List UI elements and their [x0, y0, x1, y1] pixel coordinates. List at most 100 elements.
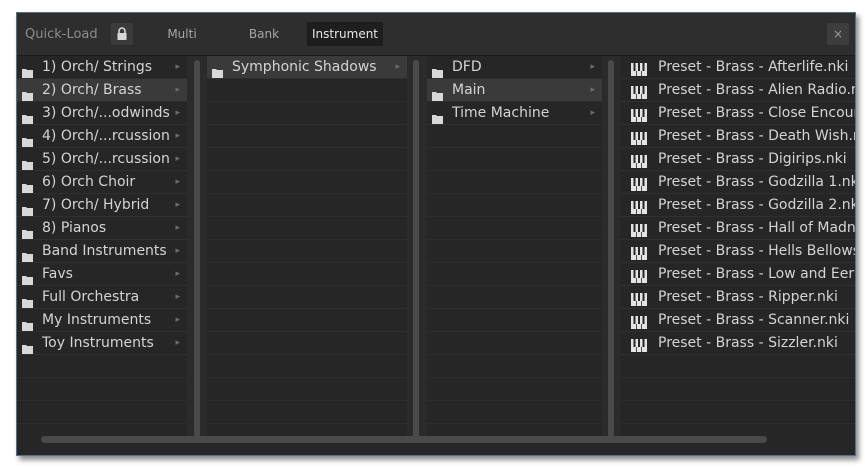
column-scrollbar-1[interactable]: [194, 60, 200, 438]
preset-item[interactable]: Preset - Brass - Low and Eerie.nki: [620, 263, 855, 286]
folder-item[interactable]: My Instruments ▸: [17, 309, 187, 332]
empty-row: [207, 171, 407, 194]
empty-row: [427, 217, 602, 240]
piano-keys-icon: [631, 337, 647, 354]
folder-icon: [22, 86, 33, 101]
folder-item[interactable]: 5) Orch/...rcussion ▸: [17, 148, 187, 171]
folder-icon: [22, 63, 33, 78]
folder-item[interactable]: Toy Instruments ▸: [17, 332, 187, 355]
preset-label: Preset - Brass - Godzilla 1.nki: [658, 174, 856, 190]
folder-label: 5) Orch/...rcussion: [42, 151, 170, 167]
chevron-right-icon: ▸: [590, 62, 595, 72]
empty-row: [207, 240, 407, 263]
preset-label: Preset - Brass - Afterlife.nki: [658, 59, 849, 75]
empty-row: [620, 401, 855, 424]
preset-label: Preset - Brass - Death Wish.nki: [658, 128, 856, 144]
tab-bank[interactable]: Bank: [237, 22, 291, 46]
folder-item[interactable]: Favs ▸: [17, 263, 187, 286]
piano-keys-icon: [631, 61, 647, 78]
preset-item[interactable]: Preset - Brass - Ripper.nki: [620, 286, 855, 309]
piano-keys-icon: [631, 153, 647, 170]
lock-button[interactable]: [111, 23, 133, 45]
folder-label: 2) Orch/ Brass: [42, 82, 142, 98]
folder-item[interactable]: 1) Orch/ Strings ▸: [17, 56, 187, 79]
preset-item[interactable]: Preset - Brass - Godzilla 1.nki: [620, 171, 856, 194]
empty-row: [207, 286, 407, 309]
preset-item[interactable]: Preset - Brass - Close Encounters.nki: [620, 102, 855, 125]
empty-row: [207, 125, 407, 148]
lock-icon: [117, 27, 127, 40]
folder-icon: [432, 86, 443, 101]
folder-item[interactable]: 8) Pianos ▸: [17, 217, 187, 240]
horizontal-scrollbar[interactable]: [41, 436, 767, 443]
empty-row: [17, 378, 187, 401]
chevron-right-icon: ▸: [175, 154, 180, 164]
empty-row: [207, 148, 407, 171]
folder-item[interactable]: Full Orchestra ▸: [17, 286, 187, 309]
preset-item[interactable]: Preset - Brass - Death Wish.nki: [620, 125, 856, 148]
quick-load-panel: Quick-Load Multi Bank Instrument × 1) Or…: [16, 12, 856, 456]
folder-icon: [22, 339, 33, 354]
chevron-right-icon: ▸: [175, 85, 180, 95]
preset-label: Preset - Brass - Alien Radio.nki: [658, 82, 856, 98]
close-button[interactable]: ×: [827, 23, 849, 45]
preset-label: Preset - Brass - Digirips.nki: [658, 151, 847, 167]
subfolder-column: DFD ▸ Main ▸ Time Machine ▸: [427, 56, 602, 440]
piano-keys-icon: [631, 268, 647, 285]
tab-multi[interactable]: Multi: [155, 22, 209, 46]
tab-instrument[interactable]: Instrument: [307, 22, 383, 46]
chevron-right-icon: ▸: [590, 108, 595, 118]
folder-item[interactable]: 4) Orch/...rcussion ▸: [17, 125, 187, 148]
chevron-right-icon: ▸: [175, 292, 180, 302]
preset-label: Preset - Brass - Ripper.nki: [658, 289, 838, 305]
folder-icon: [22, 270, 33, 285]
column-scrollbar-2[interactable]: [413, 60, 419, 438]
preset-item[interactable]: Preset - Brass - Alien Radio.nki: [620, 79, 856, 102]
preset-column: Preset - Brass - Afterlife.nki Preset - B…: [620, 56, 856, 440]
folder-item[interactable]: DFD ▸: [427, 56, 602, 79]
empty-row: [207, 309, 407, 332]
folder-label: 3) Orch/...odwinds: [42, 105, 170, 121]
preset-item[interactable]: Preset - Brass - Hall of Madness.nki: [620, 217, 856, 240]
folder-label: 7) Orch/ Hybrid: [42, 197, 150, 213]
folder-item[interactable]: Main ▸: [427, 79, 602, 102]
folder-label: Favs: [42, 266, 73, 282]
folder-icon: [22, 109, 33, 124]
folder-item[interactable]: 3) Orch/...odwinds ▸: [17, 102, 187, 125]
folder-icon: [432, 109, 443, 124]
folder-icon: [22, 293, 33, 308]
piano-keys-icon: [631, 245, 647, 262]
folder-icon: [212, 63, 223, 78]
preset-label: Preset - Brass - Hall of Madness.nki: [658, 220, 856, 236]
folder-icon: [22, 247, 33, 262]
preset-item[interactable]: Preset - Brass - Digirips.nki: [620, 148, 855, 171]
folder-item[interactable]: 7) Orch/ Hybrid ▸: [17, 194, 187, 217]
folder-item[interactable]: Band Instruments ▸: [17, 240, 187, 263]
preset-item[interactable]: Preset - Brass - Hells Bellows.nki: [620, 240, 855, 263]
empty-row: [207, 217, 407, 240]
chevron-right-icon: ▸: [395, 62, 400, 72]
empty-row: [207, 378, 407, 401]
preset-item[interactable]: Preset - Brass - Scanner.nki: [620, 309, 855, 332]
folder-label: Toy Instruments: [42, 335, 154, 351]
empty-row: [427, 240, 602, 263]
empty-row: [427, 401, 602, 424]
empty-row: [427, 332, 602, 355]
folder-item[interactable]: 2) Orch/ Brass ▸: [17, 79, 187, 102]
column-scrollbar-3[interactable]: [608, 60, 614, 438]
preset-item[interactable]: Preset - Brass - Sizzler.nki: [620, 332, 855, 355]
folder-item[interactable]: Time Machine ▸: [427, 102, 602, 125]
folder-item[interactable]: Symphonic Shadows ▸: [207, 56, 407, 79]
folder-icon: [22, 224, 33, 239]
piano-keys-icon: [631, 84, 647, 101]
preset-item[interactable]: Preset - Brass - Afterlife.nki: [620, 56, 855, 79]
piano-keys-icon: [631, 291, 647, 308]
chevron-right-icon: ▸: [175, 108, 180, 118]
folder-item[interactable]: 6) Orch Choir ▸: [17, 171, 187, 194]
folder-label: 4) Orch/...rcussion: [42, 128, 170, 144]
folder-label: Time Machine: [452, 105, 550, 121]
folder-icon: [22, 201, 33, 216]
preset-label: Preset - Brass - Sizzler.nki: [658, 335, 838, 351]
preset-item[interactable]: Preset - Brass - Godzilla 2.nki: [620, 194, 855, 217]
empty-row: [207, 79, 407, 102]
